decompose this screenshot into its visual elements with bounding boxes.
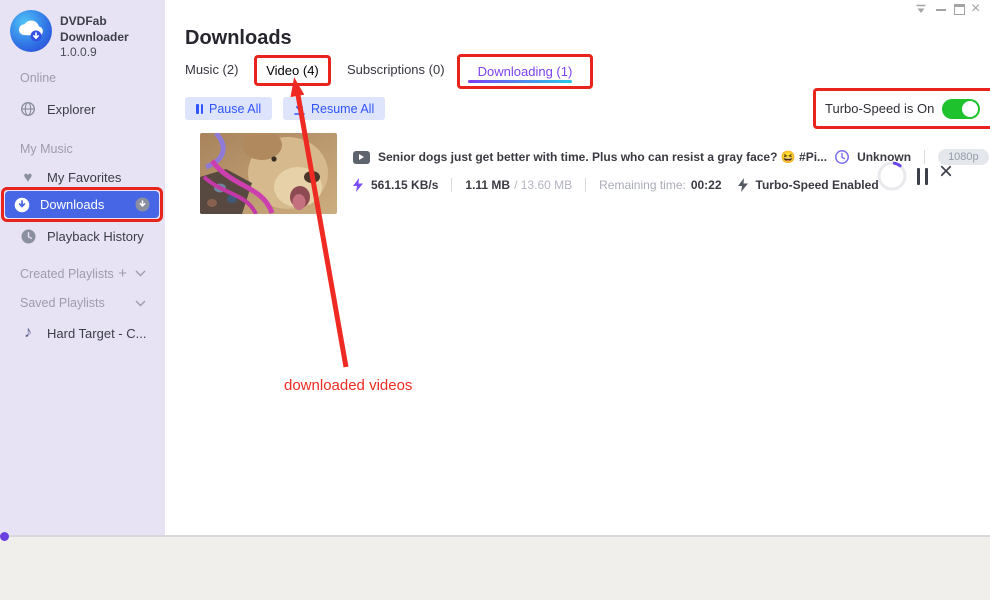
- turbo-enabled-text: Turbo-Speed Enabled: [756, 178, 879, 192]
- download-item-stats-row: 561.15 KB/s 1.11 MB / 13.60 MB Remaining…: [353, 177, 879, 193]
- section-label-my-music: My Music: [20, 142, 73, 156]
- sidebar-item-my-favorites[interactable]: ♥ My Favorites: [20, 169, 121, 185]
- minimize-button[interactable]: [936, 9, 946, 11]
- page-title: Downloads: [185, 27, 292, 50]
- button-label: Pause All: [209, 102, 261, 116]
- duration-clock-icon: [835, 150, 849, 164]
- pause-icon: [196, 104, 203, 114]
- app-version: 1.0.0.9: [60, 45, 165, 59]
- tab-video[interactable]: Video (4): [254, 55, 331, 86]
- sidebar-item-label: Downloads: [40, 197, 104, 212]
- sidebar-item-label: Hard Target - C...: [47, 326, 146, 341]
- tab-label: Video (4): [266, 63, 319, 78]
- video-play-icon: [353, 151, 370, 164]
- app-logo-icon: [10, 10, 52, 52]
- annotation-box-turbo: Turbo-Speed is On: [813, 88, 990, 129]
- download-progress-circle[interactable]: [877, 161, 907, 196]
- tab-label: Downloading (1): [478, 64, 573, 79]
- divider: [585, 178, 586, 192]
- app-name: DVDFab Downloader: [60, 10, 165, 45]
- video-title: Senior dogs just get better with time. P…: [378, 150, 827, 164]
- resume-download-icon: [294, 103, 305, 115]
- tab-music[interactable]: Music (2): [185, 62, 238, 77]
- sidebar-group-saved-playlists[interactable]: Saved Playlists: [20, 296, 146, 310]
- maximize-button[interactable]: [954, 4, 965, 15]
- remaining-label: Remaining time:: [599, 178, 686, 192]
- sidebar-item-label: Explorer: [47, 102, 95, 117]
- tab-downloading[interactable]: Downloading (1): [457, 54, 593, 89]
- annotation-label: downloaded videos: [284, 377, 412, 394]
- dropdown-menu-icon[interactable]: [915, 4, 927, 15]
- group-label: Created Playlists: [20, 267, 114, 281]
- sidebar-item-explorer[interactable]: Explorer: [20, 101, 95, 117]
- heart-icon: ♥: [20, 169, 36, 185]
- app-window: DVDFab Downloader 1.0.0.9 Online Explore…: [0, 0, 990, 600]
- section-label-online: Online: [20, 71, 56, 85]
- sidebar-item-playback-history[interactable]: Playback History: [20, 228, 144, 244]
- close-button[interactable]: ×: [971, 0, 980, 18]
- download-circle-icon: [14, 197, 30, 213]
- video-thumbnail[interactable]: [200, 133, 337, 214]
- tab-subscriptions[interactable]: Subscriptions (0): [347, 62, 445, 77]
- resume-all-button[interactable]: Resume All: [283, 97, 385, 120]
- group-label: Saved Playlists: [20, 296, 105, 310]
- divider: [924, 150, 925, 164]
- remaining-value: 00:22: [691, 178, 722, 192]
- sidebar: DVDFab Downloader 1.0.0.9 Online Explore…: [0, 0, 165, 536]
- turbo-speed-toggle[interactable]: [942, 99, 980, 119]
- clock-icon: [20, 228, 36, 244]
- item-pause-button[interactable]: [917, 168, 928, 185]
- globe-icon: [20, 101, 36, 117]
- playback-progress-knob[interactable]: [0, 532, 9, 541]
- pause-all-button[interactable]: Pause All: [185, 97, 272, 120]
- item-close-button[interactable]: ×: [939, 160, 953, 184]
- plus-icon[interactable]: +: [118, 265, 127, 282]
- size-downloaded: 1.11 MB: [465, 178, 510, 192]
- player-bar: Playback Speed 0: [0, 537, 990, 600]
- download-speed: 561.15 KB/s: [371, 178, 438, 192]
- speed-lightning-icon: [353, 178, 363, 192]
- turbo-speed-label: Turbo-Speed is On: [825, 101, 934, 116]
- divider: [451, 178, 452, 192]
- sidebar-item-playlist-hard-target[interactable]: ♪ Hard Target - C...: [20, 325, 146, 341]
- download-badge-icon: [135, 197, 150, 212]
- sidebar-item-label: Playback History: [47, 229, 144, 244]
- chevron-down-icon[interactable]: [135, 300, 146, 307]
- button-label: Resume All: [311, 102, 374, 116]
- app-logo-row: DVDFab Downloader 1.0.0.9: [10, 10, 165, 59]
- chevron-down-icon[interactable]: [135, 270, 146, 277]
- music-note-icon: ♪: [20, 325, 36, 341]
- size-total: / 13.60 MB: [514, 178, 572, 192]
- annotation-box-downloads: Downloads: [1, 187, 163, 222]
- turbo-lightning-icon: [738, 178, 748, 192]
- sidebar-item-downloads[interactable]: Downloads: [5, 191, 159, 218]
- sidebar-group-created-playlists[interactable]: Created Playlists +: [20, 265, 146, 282]
- sidebar-item-label: My Favorites: [47, 170, 121, 185]
